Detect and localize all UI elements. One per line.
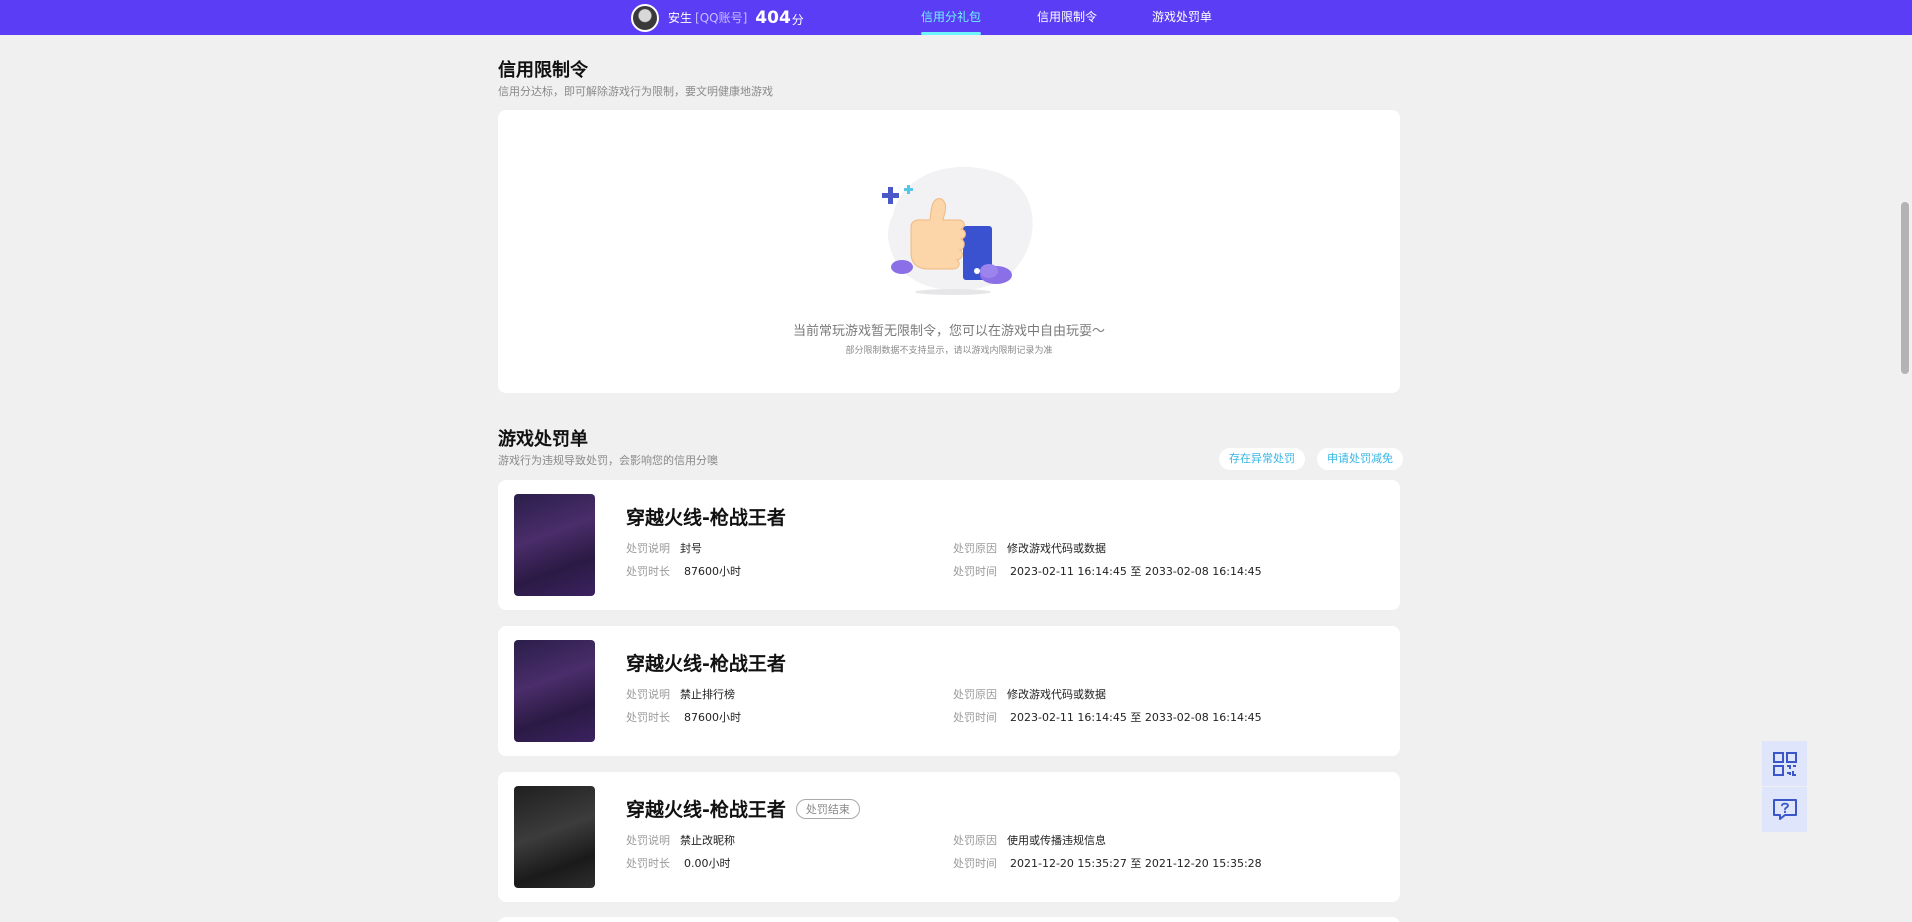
penalty-duration-value: 87600小时 xyxy=(684,565,741,578)
penalty-duration-value: 0.00小时 xyxy=(684,857,731,870)
penalty-reason-value: 使用或传播违规信息 xyxy=(1007,834,1106,847)
penalty-game-name: 穿越火线-枪战王者 xyxy=(626,503,786,530)
penalty-item[interactable]: 穿越火线-枪战王者 处罚说明 禁止排行榜 处罚时长 87600小时 处罚原因 修… xyxy=(498,626,1400,756)
penalty-desc-value: 封号 xyxy=(680,542,702,555)
help-chat-icon xyxy=(1772,798,1797,820)
qrcode-button[interactable] xyxy=(1762,741,1807,786)
penalty-item-partial[interactable] xyxy=(498,917,1400,922)
penalty-game-name: 穿越火线-枪战王者 处罚结束 xyxy=(626,795,860,822)
game-thumbnail xyxy=(514,640,595,742)
tab-credit-gift[interactable]: 信用分礼包 xyxy=(921,0,982,35)
restriction-section-subtitle: 信用分达标，即可解除游戏行为限制，要文明健康地游戏 xyxy=(498,85,773,98)
restriction-empty-message: 当前常玩游戏暂无限制令，您可以在游戏中自由玩耍～ xyxy=(792,324,1105,339)
game-name-text: 穿越火线-枪战王者 xyxy=(626,507,786,529)
penalty-desc-label: 处罚说明 xyxy=(626,542,670,555)
penalty-desc-label: 处罚说明 xyxy=(626,834,670,847)
help-feedback-button[interactable] xyxy=(1762,787,1807,832)
penalty-reason-label: 处罚原因 xyxy=(953,542,997,555)
restriction-empty-card: 当前常玩游戏暂无限制令，您可以在游戏中自由玩耍～ 部分限制数据不支持显示，请以游… xyxy=(498,110,1400,393)
penalty-ended-badge: 处罚结束 xyxy=(795,798,860,819)
penalty-game-name: 穿越火线-枪战王者 xyxy=(626,649,786,676)
user-info: 安生 [QQ账号] 404 分 xyxy=(631,3,804,32)
penalty-section-title: 游戏处罚单 xyxy=(498,429,588,450)
account-type: [QQ账号] xyxy=(695,11,748,25)
penalty-time-label: 处罚时间 xyxy=(953,711,997,724)
restriction-empty-note: 部分限制数据不支持显示，请以游戏内限制记录为准 xyxy=(845,346,1053,356)
restriction-section-title: 信用限制令 xyxy=(498,60,588,81)
penalty-time-value: 2021-12-20 15:35:27 至 2021-12-20 15:35:2… xyxy=(1010,857,1262,870)
penalty-reason-value: 修改游戏代码或数据 xyxy=(1007,542,1106,555)
tab-credit-restriction[interactable]: 信用限制令 xyxy=(1037,0,1097,35)
credit-score: 404 xyxy=(755,7,791,28)
report-abnormal-penalty-button[interactable]: 存在异常处罚 xyxy=(1219,448,1305,470)
game-thumbnail xyxy=(514,494,595,596)
penalty-duration-label: 处罚时长 xyxy=(626,565,670,578)
penalty-reason-label: 处罚原因 xyxy=(953,688,997,701)
penalty-reason-value: 修改游戏代码或数据 xyxy=(1007,688,1106,701)
penalty-time-label: 处罚时间 xyxy=(953,565,997,578)
game-name-text: 穿越火线-枪战王者 xyxy=(626,653,786,675)
scrollbar-track[interactable] xyxy=(1899,35,1912,922)
apply-penalty-reduction-button[interactable]: 申请处罚减免 xyxy=(1317,448,1403,470)
penalty-desc-label: 处罚说明 xyxy=(626,688,670,701)
penalty-duration-value: 87600小时 xyxy=(684,711,741,724)
penalty-duration-label: 处罚时长 xyxy=(626,711,670,724)
penalty-item[interactable]: 穿越火线-枪战王者 处罚说明 封号 处罚时长 87600小时 处罚原因 修改游戏… xyxy=(498,480,1400,610)
credit-score-unit: 分 xyxy=(791,13,804,27)
scrollbar-thumb[interactable] xyxy=(1901,202,1909,374)
tab-game-penalty[interactable]: 游戏处罚单 xyxy=(1152,0,1212,35)
user-name: 安生 xyxy=(668,11,693,25)
thumbs-up-illustration xyxy=(882,166,1033,295)
penalty-time-value: 2023-02-11 16:14:45 至 2033-02-08 16:14:4… xyxy=(1010,711,1262,724)
penalty-desc-value: 禁止改昵称 xyxy=(680,834,735,847)
penalty-time-label: 处罚时间 xyxy=(953,857,997,870)
penalty-duration-label: 处罚时长 xyxy=(626,857,670,870)
penalty-reason-label: 处罚原因 xyxy=(953,834,997,847)
top-nav-bar: 安生 [QQ账号] 404 分 信用分礼包 信用限制令 游戏处罚单 xyxy=(0,0,1912,35)
game-name-text: 穿越火线-枪战王者 xyxy=(626,799,786,821)
avatar[interactable] xyxy=(631,3,659,32)
game-thumbnail xyxy=(514,786,595,888)
penalty-section-subtitle: 游戏行为违规导致处罚，会影响您的信用分噢 xyxy=(498,454,718,467)
penalty-time-value: 2023-02-11 16:14:45 至 2033-02-08 16:14:4… xyxy=(1010,565,1262,578)
qrcode-icon xyxy=(1772,751,1797,776)
penalty-desc-value: 禁止排行榜 xyxy=(680,688,735,701)
penalty-item[interactable]: 穿越火线-枪战王者 处罚结束 处罚说明 禁止改昵称 处罚时长 0.00小时 处罚… xyxy=(498,772,1400,902)
